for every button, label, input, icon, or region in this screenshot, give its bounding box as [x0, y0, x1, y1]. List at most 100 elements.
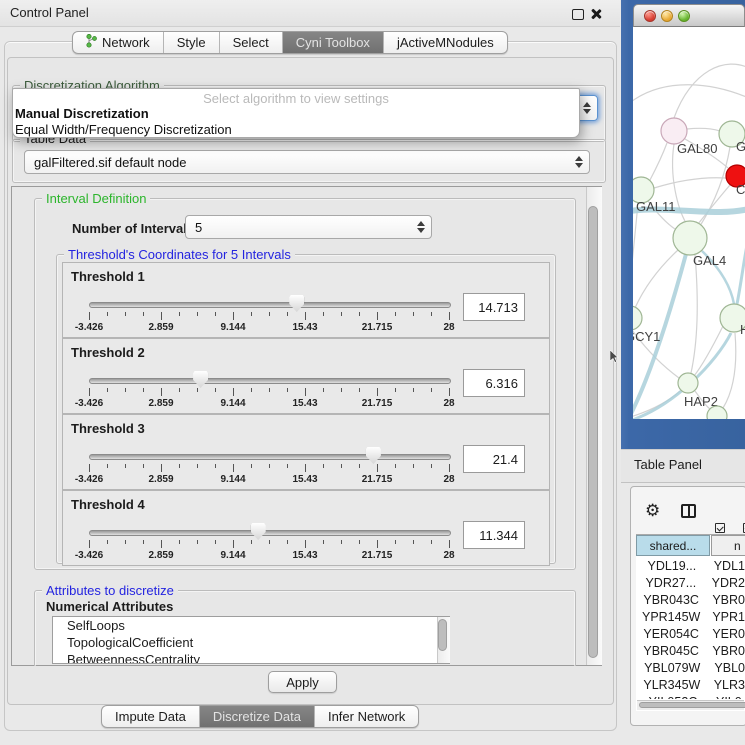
slider-thumb[interactable] — [366, 447, 381, 464]
algorithm-dropdown-popup: Select algorithm to view settings Manual… — [12, 88, 580, 138]
table-header-name[interactable]: n — [711, 535, 745, 556]
tab-cyni-toolbox[interactable]: Cyni Toolbox — [283, 32, 384, 53]
tab-select[interactable]: Select — [220, 32, 283, 53]
major-tick — [305, 388, 306, 396]
slider-track[interactable] — [89, 378, 451, 384]
network-edge — [633, 85, 745, 105]
table-row[interactable]: YBR045CYBR0 — [636, 642, 745, 659]
minor-tick — [215, 388, 216, 392]
table-row[interactable]: YBL079WYBL0 — [636, 659, 745, 676]
table-row[interactable]: YIL052CYIL0 — [636, 693, 745, 699]
tab-label: Impute Data — [115, 709, 186, 724]
number-of-intervals-combobox[interactable]: 5 — [185, 215, 432, 239]
close-window-icon[interactable] — [644, 10, 656, 22]
tick-label: 28 — [427, 322, 471, 333]
numerical-attributes-list[interactable]: SelfLoopsTopologicalCoefficientBetweenne… — [52, 616, 450, 664]
threshold-value-field[interactable]: 11.344 — [463, 521, 525, 549]
tick-label: 28 — [427, 474, 471, 485]
cell-shared-name: YBL079W — [636, 661, 708, 675]
table-row[interactable]: YLR345WYLR3 — [636, 676, 745, 693]
major-tick — [377, 388, 378, 396]
minor-tick — [269, 312, 270, 316]
apply-button[interactable]: Apply — [268, 671, 337, 693]
minor-tick — [287, 540, 288, 544]
cell-shared-name: YER054C — [636, 627, 706, 641]
minor-tick — [287, 312, 288, 316]
network-node-hap2[interactable] — [678, 373, 698, 393]
table-row[interactable]: YER054CYER0 — [636, 625, 745, 642]
slider-track[interactable] — [89, 302, 451, 308]
network-node-label: GAL80 — [677, 141, 717, 156]
minor-tick — [251, 464, 252, 468]
table-header-shared-name[interactable]: shared... — [636, 535, 710, 556]
tab-impute-data[interactable]: Impute Data — [102, 706, 200, 727]
table-row[interactable]: YDR27...YDR2 — [636, 574, 745, 591]
slider-track[interactable] — [89, 530, 451, 536]
network-node-gcy1[interactable] — [633, 306, 642, 330]
vertical-scrollbar-thumb[interactable] — [588, 206, 598, 658]
tick-label: 15.43 — [283, 474, 327, 485]
network-node-label: GAL11 — [636, 199, 676, 214]
threshold-value-field[interactable]: 21.4 — [463, 445, 525, 473]
major-tick — [305, 312, 306, 320]
minor-tick — [197, 540, 198, 544]
threshold-value-field[interactable]: 6.316 — [463, 369, 525, 397]
tab-jactivemnodules[interactable]: jActiveMNodules — [384, 32, 507, 53]
minor-tick — [269, 540, 270, 544]
maximize-window-icon[interactable] — [678, 10, 690, 22]
network-view-canvas[interactable]: GAL80GACGAL11GAL4GCY1HHAP2 — [633, 27, 745, 419]
table-row[interactable]: YDL19...YDL1 — [636, 557, 745, 574]
table-hscrollbar[interactable] — [637, 700, 744, 710]
attribute-list-item[interactable]: TopologicalCoefficient — [53, 634, 449, 651]
cell-name: YDR2 — [706, 576, 745, 590]
table-row[interactable]: YBR043CYBR0 — [636, 591, 745, 608]
tab-label: Cyni Toolbox — [296, 35, 370, 50]
cell-shared-name: YDL19... — [636, 559, 708, 573]
network-node-label: GAL4 — [693, 253, 726, 268]
slider-thumb[interactable] — [289, 295, 304, 312]
table-hscrollbar-thumb[interactable] — [639, 702, 745, 708]
minor-tick — [251, 312, 252, 316]
algorithm-option[interactable]: Equal Width/Frequency Discretization — [13, 122, 579, 138]
minor-tick — [341, 464, 342, 468]
cell-name: YBR0 — [706, 644, 745, 658]
algorithm-option[interactable]: Manual Discretization — [13, 106, 579, 122]
cell-name: YLR3 — [708, 678, 745, 692]
threshold-panel-3: Threshold 3-3.4262.8599.14415.4321.71528… — [62, 414, 550, 490]
attributes-list-scrollbar-thumb[interactable] — [438, 619, 447, 651]
split-view-icon[interactable] — [681, 504, 696, 518]
slider-track[interactable] — [89, 454, 451, 460]
attribute-list-item[interactable]: BetweennessCentrality — [53, 651, 449, 664]
thresholds-group-title: Threshold's Coordinates for 5 Intervals — [64, 247, 295, 262]
cell-shared-name: YLR345W — [636, 678, 708, 692]
minor-tick — [395, 312, 396, 316]
tick-label: 9.144 — [211, 550, 255, 561]
threshold-value-field[interactable]: 14.713 — [463, 293, 525, 321]
settings-gear-icon[interactable]: ⚙ — [645, 502, 660, 519]
cell-name: YBL0 — [708, 661, 745, 675]
cell-name: YER0 — [706, 627, 745, 641]
tab-discretize-data[interactable]: Discretize Data — [200, 706, 315, 727]
major-tick — [161, 464, 162, 472]
table-data-combobox[interactable]: galFiltered.sif default node — [24, 150, 590, 174]
table-row[interactable]: YPR145WYPR1 — [636, 608, 745, 625]
network-window-titlebar[interactable] — [633, 4, 745, 27]
tab-network[interactable]: Network — [73, 32, 164, 53]
minimize-window-icon[interactable] — [661, 10, 673, 22]
close-panel-icon[interactable] — [590, 8, 602, 20]
tick-label: 9.144 — [211, 322, 255, 333]
tab-infer-network[interactable]: Infer Network — [315, 706, 418, 727]
major-tick — [377, 312, 378, 320]
attribute-list-item[interactable]: SelfLoops — [53, 617, 449, 634]
slider-thumb[interactable] — [193, 371, 208, 388]
network-edge — [654, 178, 726, 188]
float-window-icon[interactable] — [572, 9, 584, 20]
threshold-label: Threshold 3 — [71, 421, 145, 436]
show-column-checkbox-icon[interactable] — [715, 523, 725, 533]
minor-tick — [341, 540, 342, 544]
tab-style[interactable]: Style — [164, 32, 220, 53]
network-node-label: H — [740, 322, 745, 337]
network-node-gal4[interactable] — [673, 221, 707, 255]
slider-thumb[interactable] — [251, 523, 266, 540]
tab-label: jActiveMNodules — [397, 35, 494, 50]
